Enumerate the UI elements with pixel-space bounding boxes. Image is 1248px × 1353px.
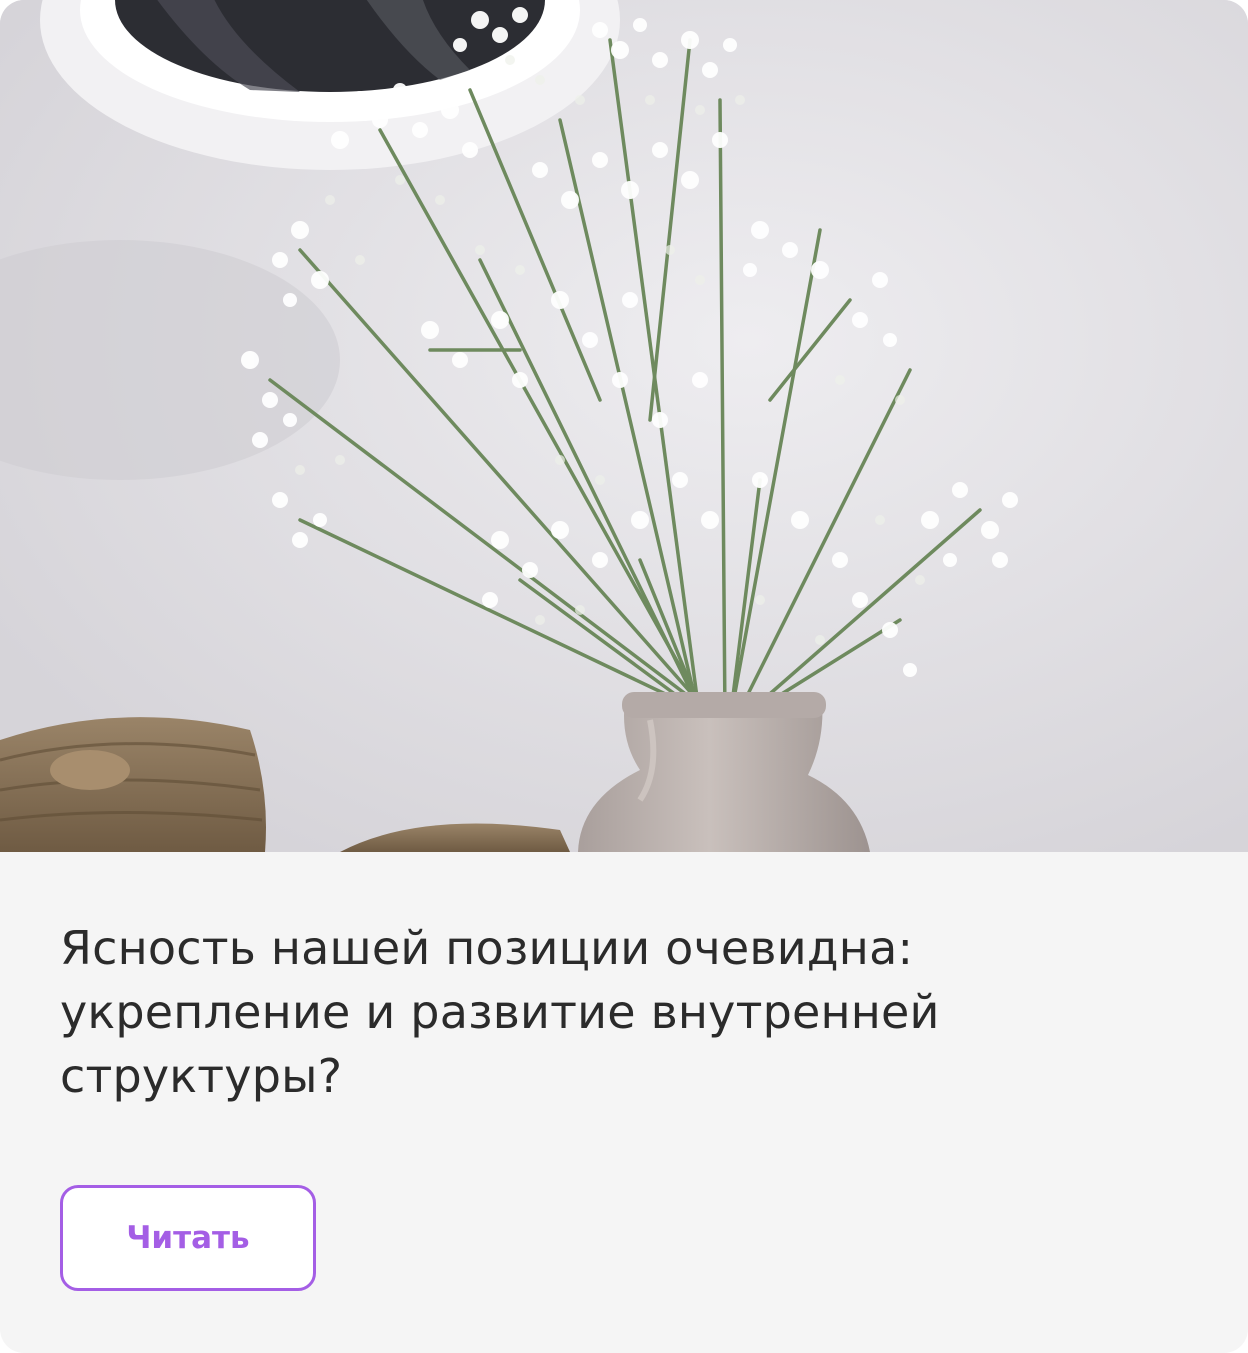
card-body: Ясность нашей позиции очевидна: укреплен…: [0, 852, 1248, 1353]
card-photo: [0, 0, 1248, 852]
gypsophila-vase-image: [0, 0, 1248, 852]
article-title: Ясность нашей позиции очевидна: укреплен…: [60, 921, 940, 1103]
article-card: Ясность нашей позиции очевидна: укреплен…: [0, 0, 1248, 1353]
read-button[interactable]: Читать: [60, 1185, 316, 1291]
